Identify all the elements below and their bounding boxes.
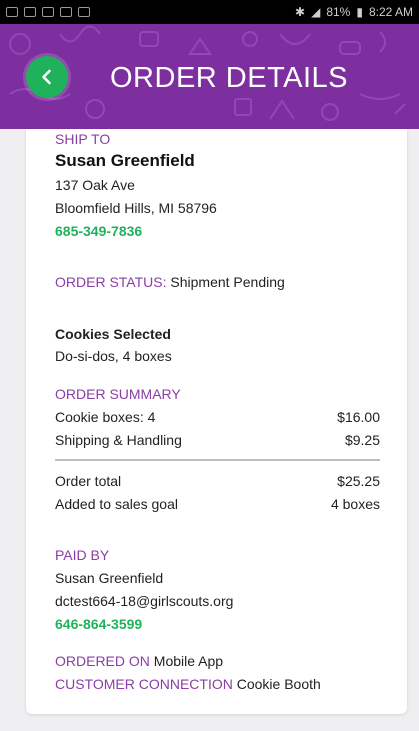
order-total-value: $25.25	[337, 473, 380, 489]
summary-line-cookie-boxes: Cookie boxes: 4 $16.00	[55, 409, 380, 425]
order-summary-label: ORDER SUMMARY	[55, 386, 181, 402]
notification-icon	[6, 7, 18, 17]
paid-by-email[interactable]: dctest664-18@girlscouts.org	[55, 593, 380, 609]
mail-icon	[60, 7, 72, 17]
sales-goal: Added to sales goal 4 boxes	[55, 496, 380, 512]
customer-connection: CUSTOMER CONNECTION Cookie Booth	[55, 676, 380, 692]
sales-goal-label: Added to sales goal	[55, 496, 178, 512]
battery-icon: ▮	[356, 5, 363, 19]
ordered-on: ORDERED ON Mobile App	[55, 653, 380, 669]
summary-line-value: $9.25	[344, 432, 380, 448]
paid-by-name: Susan Greenfield	[55, 570, 164, 586]
image-icon	[24, 7, 36, 17]
paid-by-phone[interactable]: 646-864-3599	[55, 616, 380, 632]
status-bar: ✱ ◢ 81% ▮ 8:22 AM	[0, 0, 419, 24]
clock: 8:22 AM	[368, 5, 413, 19]
summary-line-label: Shipping & Handling	[55, 432, 182, 448]
notification-icons	[6, 7, 90, 17]
ordered-on-label: ORDERED ON	[55, 653, 150, 669]
summary-divider	[55, 459, 380, 461]
paid-by-label: PAID BY	[55, 547, 110, 563]
battery-level: 81%	[326, 5, 351, 19]
ship-to-address-line1: 137 Oak Ave	[55, 177, 135, 193]
calendar-icon	[78, 7, 90, 17]
app-icon	[42, 7, 54, 17]
system-status: ✱ ◢ 81% ▮ 8:22 AM	[295, 5, 413, 19]
customer-connection-value: Cookie Booth	[236, 676, 321, 692]
bluetooth-icon: ✱	[295, 5, 306, 19]
header-bar: ORDER DETAILS	[0, 24, 419, 129]
ship-to-phone[interactable]: 685-349-7836	[55, 223, 380, 239]
chevron-left-icon	[42, 69, 51, 85]
order-status-value: Shipment Pending	[170, 274, 285, 290]
order-status: ORDER STATUS: Shipment Pending	[55, 274, 380, 290]
summary-line-shipping: Shipping & Handling $9.25	[55, 432, 380, 448]
customer-connection-label: CUSTOMER CONNECTION	[55, 676, 233, 692]
summary-line-value: $16.00	[337, 409, 380, 425]
sales-goal-value: 4 boxes	[330, 496, 380, 512]
ship-to-label: SHIP TO	[55, 131, 111, 147]
back-button[interactable]	[26, 56, 68, 98]
order-total: Order total $25.25	[55, 473, 380, 489]
cookies-heading: Cookies Selected	[55, 326, 171, 342]
signal-icon: ◢	[311, 5, 321, 19]
cookies-value: Do-si-dos, 4 boxes	[55, 348, 172, 364]
order-total-label: Order total	[55, 473, 122, 489]
ship-to-name: Susan Greenfield	[55, 151, 195, 170]
order-status-label: ORDER STATUS:	[55, 274, 167, 290]
ordered-on-value: Mobile App	[153, 653, 224, 669]
summary-line-label: Cookie boxes: 4	[55, 409, 156, 425]
page-title: ORDER DETAILS	[110, 62, 349, 94]
ship-to-address-line2: Bloomfield Hills, MI 58796	[55, 200, 217, 216]
